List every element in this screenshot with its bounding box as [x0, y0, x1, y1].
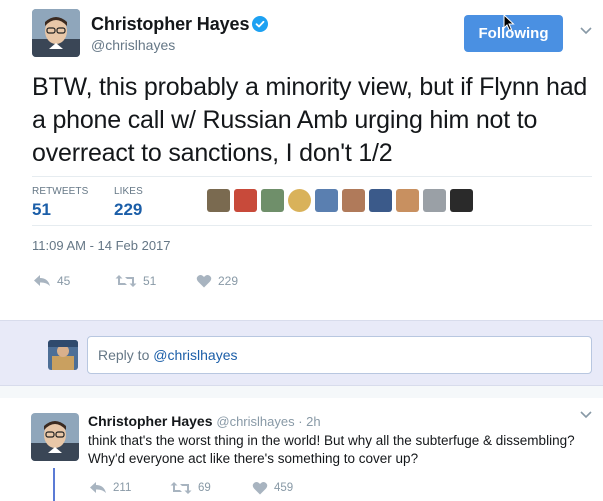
like-action[interactable]: 459 [252, 480, 293, 496]
liker-avatar[interactable] [234, 189, 257, 212]
reply-author-avatar[interactable] [31, 413, 79, 461]
divider [32, 225, 592, 226]
chevron-down-icon[interactable] [580, 411, 592, 419]
retweet-count: 69 [198, 482, 211, 494]
like-count: 459 [274, 482, 294, 494]
mouse-pointer-icon [503, 14, 515, 32]
divider [32, 176, 592, 177]
reply-icon [90, 482, 106, 493]
liker-avatar[interactable] [369, 189, 392, 212]
retweet-action[interactable]: 51 [115, 272, 156, 290]
verified-badge-icon [252, 16, 268, 32]
thread-line [53, 468, 55, 501]
main-tweet: Christopher Hayes @chrislhayes Following… [0, 0, 603, 320]
retweets-count[interactable]: 51 [32, 200, 51, 220]
like-action[interactable]: 229 [196, 272, 238, 290]
retweet-icon [115, 275, 137, 287]
retweet-count: 51 [143, 274, 157, 288]
liker-avatar[interactable] [288, 189, 311, 212]
retweets-label: RETWEETS [32, 186, 89, 197]
reply-action[interactable]: 45 [33, 272, 70, 290]
likes-count[interactable]: 229 [114, 200, 142, 220]
liker-avatar[interactable] [450, 189, 473, 212]
liker-avatar[interactable] [396, 189, 419, 212]
divider [0, 386, 603, 398]
retweet-action[interactable]: 69 [170, 480, 211, 496]
author-avatar[interactable] [32, 9, 80, 57]
reply-author-name[interactable]: Christopher Hayes [88, 413, 212, 429]
author-name[interactable]: Christopher Hayes [91, 14, 249, 35]
tweet-timestamp[interactable]: 11:09 AM - 14 Feb 2017 [32, 238, 171, 253]
heart-icon [252, 481, 268, 495]
reply-icon [34, 275, 50, 286]
heart-icon [196, 274, 212, 288]
liker-avatar[interactable] [342, 189, 365, 212]
like-count: 229 [218, 274, 239, 288]
current-user-avatar[interactable] [48, 340, 78, 370]
reply-placeholder-mention: @chrislhayes [153, 347, 238, 363]
liker-avatar[interactable] [315, 189, 338, 212]
author-handle[interactable]: @chrislhayes [91, 37, 175, 53]
reply-action[interactable]: 211 [89, 480, 131, 496]
reply-text: think that's the worst thing in the worl… [88, 433, 575, 466]
liker-avatar[interactable] [261, 189, 284, 212]
likes-label: LIKES [114, 186, 143, 197]
reply-meta[interactable]: @chrislhayes · 2h [216, 414, 320, 429]
liker-avatars [207, 189, 473, 215]
tweet-text: BTW, this probably a minority view, but … [32, 73, 588, 167]
reply-input[interactable]: Reply to @chrislhayes [87, 336, 592, 374]
reply-placeholder-prefix: Reply to [98, 347, 154, 363]
retweet-icon [170, 482, 192, 494]
reply-header: Christopher Hayes @chrislhayes · 2h [88, 413, 321, 429]
chevron-down-icon[interactable] [580, 27, 592, 35]
liker-avatar[interactable] [207, 189, 230, 212]
liker-avatar[interactable] [423, 189, 446, 212]
reply-count: 45 [57, 274, 71, 288]
reply-count: 211 [113, 482, 132, 494]
